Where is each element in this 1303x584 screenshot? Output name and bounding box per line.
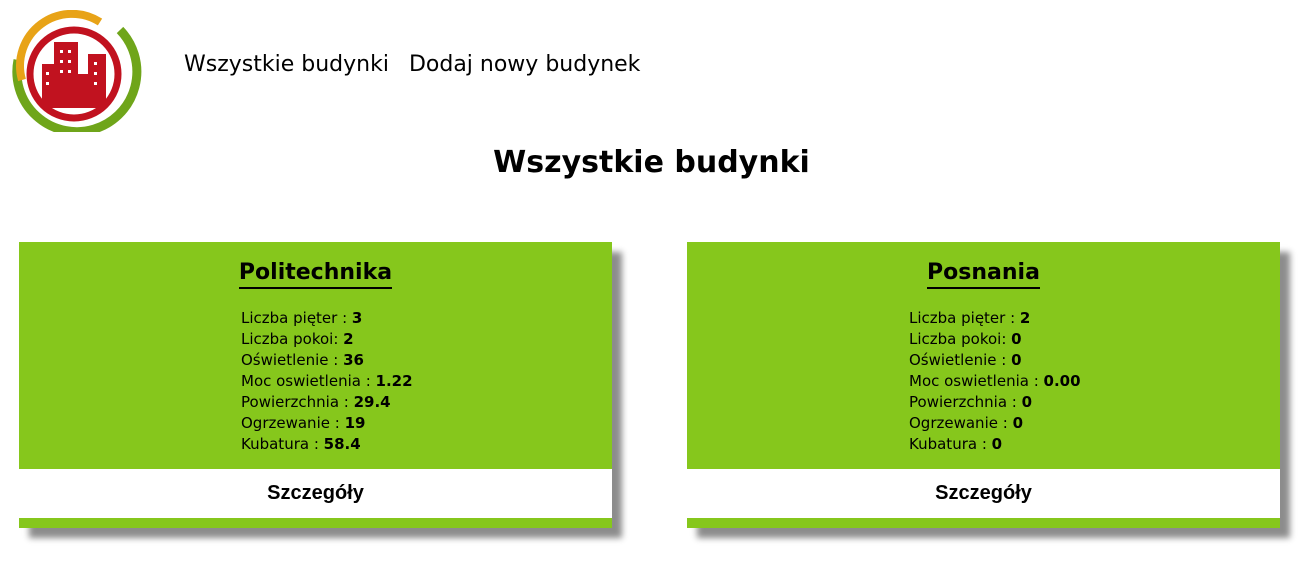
prop-label: Moc oswietlenia : — [909, 372, 1044, 390]
nav-add-building-link[interactable]: Dodaj nowy budynek — [409, 52, 640, 77]
prop-floors: Liczba pięter : 2 — [909, 308, 1081, 329]
prop-value: 19 — [344, 414, 366, 432]
prop-label: Powierzchnia : — [241, 393, 354, 411]
prop-value: 36 — [343, 351, 364, 369]
building-name: Politechnika — [19, 260, 612, 289]
prop-value: 0 — [1021, 393, 1033, 411]
prop-floors: Liczba pięter : 3 — [241, 308, 413, 329]
prop-volume: Kubatura : 58.4 — [241, 434, 413, 455]
prop-volume: Kubatura : 0 — [909, 434, 1081, 455]
prop-label: Ogrzewanie : — [909, 414, 1013, 432]
prop-lighting-power: Moc oswietlenia : 0.00 — [909, 371, 1081, 392]
prop-value: 0 — [1011, 351, 1022, 369]
prop-area: Powierzchnia : 29.4 — [241, 392, 413, 413]
prop-heating: Ogrzewanie : 19 — [241, 413, 413, 434]
building-name: Posnania — [687, 260, 1280, 289]
prop-label: Ogrzewanie : — [241, 414, 345, 432]
prop-value: 1.22 — [375, 372, 413, 390]
prop-lighting: Oświetlenie : 36 — [241, 350, 413, 371]
prop-rooms: Liczba pokoi: 0 — [909, 329, 1081, 350]
prop-value: 0.00 — [1043, 372, 1081, 390]
nav-all-buildings-link[interactable]: Wszystkie budynki — [184, 52, 389, 77]
prop-value: 58.4 — [323, 435, 361, 453]
prop-label: Kubatura : — [241, 435, 324, 453]
prop-value: 0 — [991, 435, 1003, 453]
prop-value: 3 — [351, 309, 363, 327]
details-button[interactable]: Szczegóły — [19, 469, 612, 518]
header: Wszystkie budynki Dodaj nowy budynek — [0, 0, 1303, 140]
details-button[interactable]: Szczegóły — [687, 469, 1280, 518]
prop-value: 0 — [1012, 414, 1023, 432]
prop-value: 29.4 — [353, 393, 391, 411]
building-name-text: Posnania — [927, 260, 1040, 289]
main-nav: Wszystkie budynki Dodaj nowy budynek — [184, 52, 640, 77]
prop-label: Oświetlenie : — [909, 351, 1012, 369]
building-card: Politechnika Liczba pięter : 3 Liczba po… — [19, 242, 612, 528]
building-props: Liczba pięter : 2 Liczba pokoi: 0 Oświet… — [909, 308, 1081, 455]
prop-label: Liczba pokoi: — [241, 330, 344, 348]
building-card: Posnania Liczba pięter : 2 Liczba pokoi:… — [687, 242, 1280, 528]
prop-label: Powierzchnia : — [909, 393, 1022, 411]
prop-label: Oświetlenie : — [241, 351, 344, 369]
page-title: Wszystkie budynki — [493, 145, 810, 180]
prop-label: Liczba pięter : — [241, 309, 352, 327]
building-logo-icon — [12, 9, 142, 137]
prop-lighting: Oświetlenie : 0 — [909, 350, 1081, 371]
prop-area: Powierzchnia : 0 — [909, 392, 1081, 413]
building-props: Liczba pięter : 3 Liczba pokoi: 2 Oświet… — [241, 308, 413, 455]
prop-label: Liczba pokoi: — [909, 330, 1012, 348]
prop-label: Liczba pięter : — [909, 309, 1020, 327]
prop-value: 2 — [1019, 309, 1031, 327]
logo[interactable] — [10, 9, 142, 137]
prop-label: Moc oswietlenia : — [241, 372, 376, 390]
prop-value: 2 — [343, 330, 354, 348]
prop-value: 0 — [1011, 330, 1022, 348]
building-name-text: Politechnika — [238, 260, 393, 289]
prop-lighting-power: Moc oswietlenia : 1.22 — [241, 371, 413, 392]
prop-label: Kubatura : — [909, 435, 992, 453]
prop-rooms: Liczba pokoi: 2 — [241, 329, 413, 350]
prop-heating: Ogrzewanie : 0 — [909, 413, 1081, 434]
